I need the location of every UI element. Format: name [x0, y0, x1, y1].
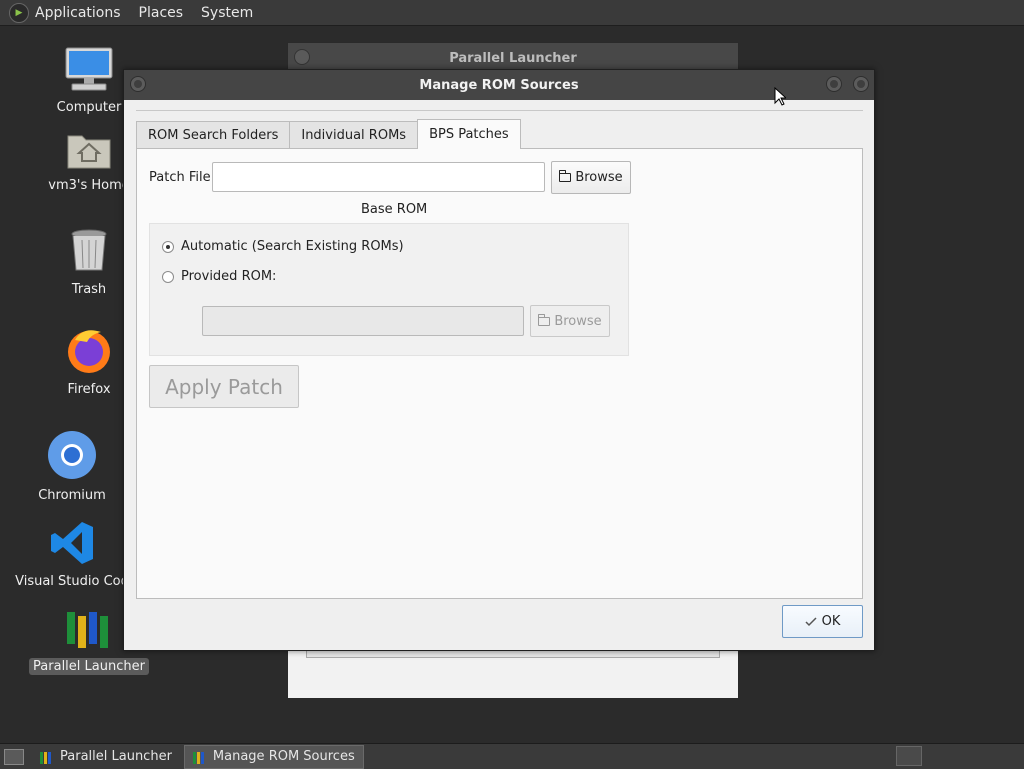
tab-bps-patches[interactable]: BPS Patches	[417, 119, 521, 149]
radio-provided-rom-label[interactable]: Provided ROM:	[181, 269, 276, 284]
patch-file-input[interactable]	[212, 162, 545, 192]
patch-file-label: Patch File	[149, 170, 211, 185]
desktop-icon-chromium[interactable]: Chromium	[12, 430, 132, 503]
desktop-icon-label: Trash	[71, 282, 107, 297]
tab-bar: ROM Search Folders Individual ROMs BPS P…	[136, 119, 521, 149]
dialog-title: Manage ROM Sources	[419, 77, 579, 93]
base-rom-group: Automatic (Search Existing ROMs) Provide…	[149, 223, 629, 356]
dialog-titlebar[interactable]: Manage ROM Sources	[124, 70, 874, 100]
ok-label: OK	[821, 614, 841, 629]
taskbar-item-manage-rom-sources[interactable]: Manage ROM Sources	[183, 744, 364, 769]
parallel-launcher-icon	[192, 750, 207, 764]
tab-rom-search-folders[interactable]: ROM Search Folders	[136, 121, 291, 149]
mouse-cursor-icon	[774, 87, 786, 106]
task-label: Manage ROM Sources	[212, 749, 355, 764]
workspace-switcher-icon[interactable]	[896, 746, 922, 766]
home-folder-icon	[67, 135, 111, 169]
radio-automatic-label[interactable]: Automatic (Search Existing ROMs)	[181, 239, 404, 254]
browse-label: Browse	[575, 170, 623, 185]
base-rom-heading: Base ROM	[361, 202, 428, 217]
window-title: Parallel Launcher	[449, 50, 577, 66]
maximize-icon[interactable]	[853, 76, 869, 92]
window-menu-icon[interactable]	[130, 76, 146, 92]
desktop-icon-label: vm3's Home	[48, 178, 130, 193]
folder-icon	[538, 313, 551, 326]
ok-button[interactable]: OK	[782, 605, 863, 638]
provided-rom-path-input[interactable]	[202, 306, 524, 336]
minimize-icon[interactable]	[826, 76, 842, 92]
menu-applications[interactable]: Applications	[35, 5, 121, 21]
distro-logo-icon[interactable]: ▶	[9, 2, 29, 23]
patch-file-browse-button[interactable]: Browse	[551, 161, 631, 194]
firefox-icon	[68, 330, 110, 373]
taskbar-item-parallel-launcher[interactable]: Parallel Launcher	[32, 746, 180, 768]
browse-label: Browse	[554, 313, 602, 329]
tab-individual-roms[interactable]: Individual ROMs	[289, 121, 419, 149]
desktop-icon-label: Visual Studio Cod	[15, 574, 129, 589]
desktop-icon-label: Computer	[56, 100, 122, 115]
trash-icon	[71, 229, 107, 271]
radio-automatic[interactable]	[162, 241, 174, 253]
desktop-icon-label: Parallel Launcher	[29, 658, 149, 675]
bps-patches-panel: Patch File Browse Base ROM Automatic (Se…	[136, 148, 863, 599]
taskbar: Parallel Launcher Manage ROM Sources	[0, 743, 1024, 769]
folder-icon	[559, 170, 572, 182]
vscode-icon	[51, 522, 93, 564]
parallel-launcher-icon	[40, 750, 54, 764]
computer-icon	[65, 47, 113, 91]
checkmark-icon	[805, 616, 817, 626]
manage-rom-sources-dialog: Manage ROM Sources ROM Search Folders In…	[123, 69, 875, 651]
radio-provided-rom[interactable]	[162, 271, 174, 283]
menu-system[interactable]: System	[201, 5, 253, 21]
menu-places[interactable]: Places	[139, 5, 184, 21]
show-desktop-icon[interactable]	[4, 748, 24, 765]
chromium-icon	[48, 431, 96, 479]
top-panel: ▶ Applications Places System	[0, 0, 1024, 26]
desktop-icon-label: Firefox	[67, 382, 111, 397]
desktop-icon-vscode[interactable]: Visual Studio Cod	[12, 520, 132, 589]
window-menu-icon[interactable]	[294, 49, 310, 65]
apply-patch-button[interactable]: Apply Patch	[149, 365, 299, 408]
divider	[136, 110, 863, 111]
desktop-icon-label: Chromium	[38, 488, 106, 503]
task-label: Parallel Launcher	[60, 749, 172, 764]
parallel-launcher-icon	[67, 612, 108, 648]
provided-rom-browse-button[interactable]: Browse	[530, 305, 610, 337]
